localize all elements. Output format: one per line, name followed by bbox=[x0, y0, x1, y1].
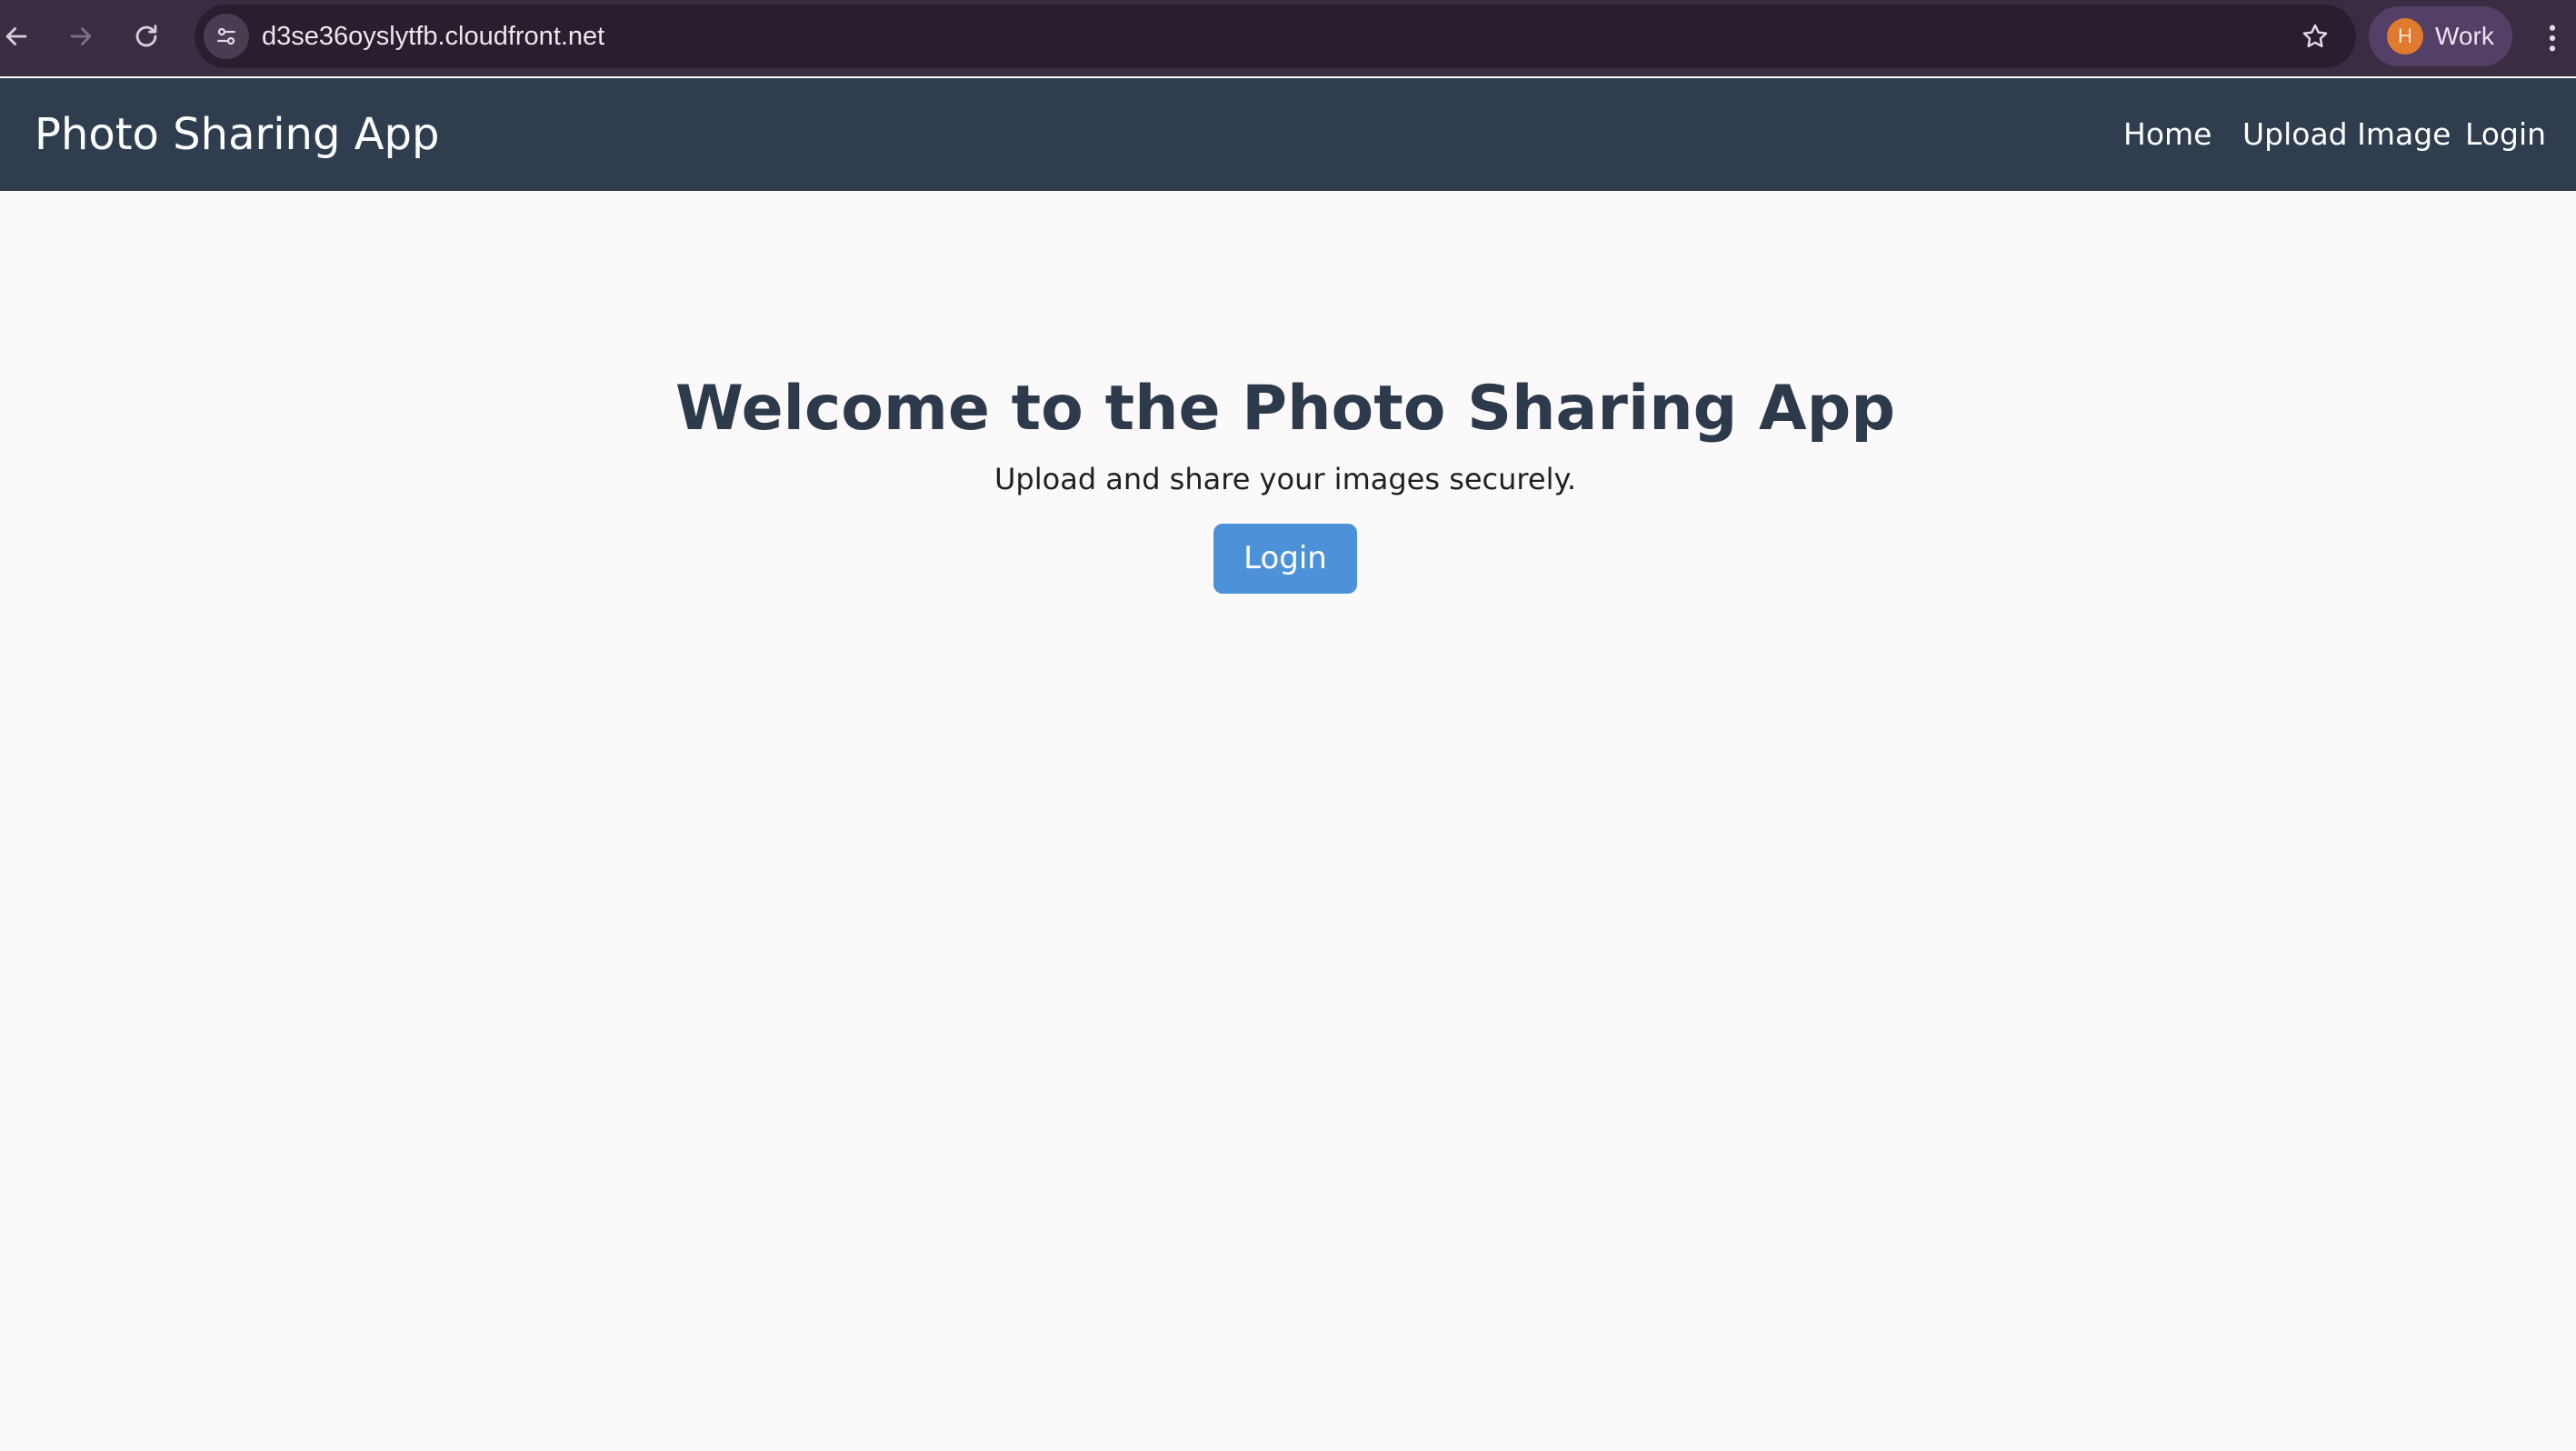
profile-name: Work bbox=[2435, 22, 2494, 50]
nav-home-link[interactable]: Home bbox=[2123, 78, 2212, 191]
kebab-menu-icon bbox=[2549, 25, 2556, 52]
browser-menu-button[interactable] bbox=[2532, 11, 2572, 65]
back-arrow-icon bbox=[5, 27, 27, 45]
reload-button[interactable] bbox=[119, 9, 174, 64]
avatar: H bbox=[2387, 18, 2423, 55]
app-navbar: Photo Sharing App Home Upload Image Logi… bbox=[0, 78, 2576, 191]
brand-link[interactable]: Photo Sharing App bbox=[35, 78, 439, 191]
address-bar[interactable]: d3se36oyslytfb.cloudfront.net bbox=[195, 5, 2356, 68]
bookmark-star-icon bbox=[2302, 24, 2328, 47]
page-title: Welcome to the Photo Sharing App bbox=[674, 373, 1895, 445]
page-subtitle: Upload and share your images securely. bbox=[994, 462, 1576, 496]
login-button[interactable]: Login bbox=[1213, 524, 1357, 594]
nav-login-link[interactable]: Login bbox=[2465, 78, 2546, 191]
site-settings-icon bbox=[217, 27, 235, 45]
site-settings-button[interactable] bbox=[204, 14, 249, 59]
url-text[interactable]: d3se36oyslytfb.cloudfront.net bbox=[262, 5, 604, 68]
reload-icon bbox=[135, 25, 157, 47]
bookmark-button[interactable] bbox=[2291, 12, 2340, 61]
forward-arrow-icon bbox=[70, 27, 92, 45]
forward-button[interactable] bbox=[54, 9, 108, 64]
back-button[interactable] bbox=[0, 9, 44, 64]
nav-upload-image-link[interactable]: Upload Image bbox=[2242, 78, 2451, 191]
profile-button[interactable]: H Work bbox=[2369, 6, 2512, 66]
browser-toolbar: d3se36oyslytfb.cloudfront.net H Work bbox=[0, 0, 2576, 76]
